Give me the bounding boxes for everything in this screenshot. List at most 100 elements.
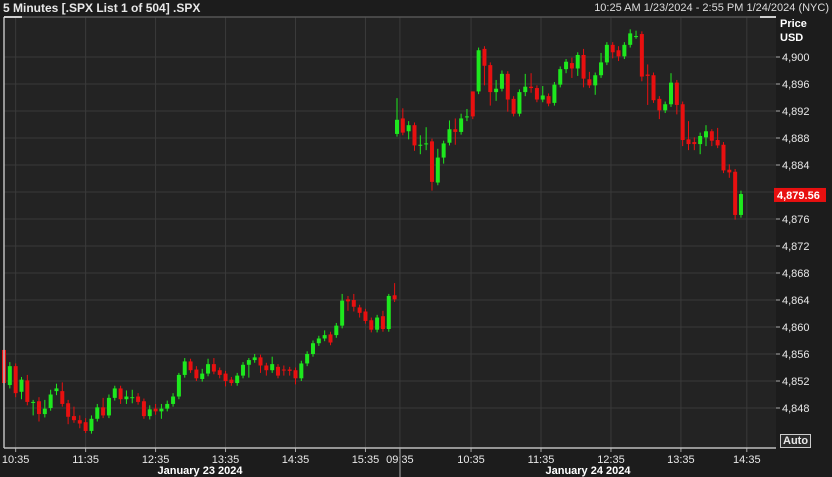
candle-body xyxy=(628,33,633,45)
candle-body xyxy=(429,141,434,182)
candle-body xyxy=(101,407,106,416)
candle-body xyxy=(293,370,298,379)
candle-body xyxy=(13,366,18,394)
candle-body xyxy=(36,401,41,415)
candle-body xyxy=(575,54,580,69)
candle-body xyxy=(386,295,391,330)
candle[interactable] xyxy=(604,42,609,66)
candle-body xyxy=(130,397,135,399)
candle-body xyxy=(686,139,691,145)
candle[interactable] xyxy=(106,394,111,419)
candle[interactable] xyxy=(299,360,304,381)
candle-body xyxy=(523,86,528,93)
candle-body xyxy=(412,125,417,146)
candle-body xyxy=(310,343,315,354)
candle-body xyxy=(276,366,281,376)
candle-body xyxy=(569,63,574,69)
candle[interactable] xyxy=(13,363,18,398)
candle-body xyxy=(328,334,333,343)
candle-body xyxy=(229,379,234,384)
candle-body xyxy=(639,34,644,77)
candle-body xyxy=(112,388,117,398)
candle[interactable] xyxy=(552,81,557,106)
candle-body xyxy=(680,104,685,141)
candle-body xyxy=(340,300,345,326)
candle-body xyxy=(669,82,674,105)
candle-body xyxy=(593,75,598,86)
candle-body xyxy=(48,394,53,408)
candle-body xyxy=(418,144,423,146)
candle-body xyxy=(558,69,563,85)
candle-body xyxy=(587,79,592,86)
candle-body xyxy=(106,397,111,416)
y-tick-label: 4,900 xyxy=(782,52,810,64)
candle-body xyxy=(424,143,429,145)
candle-body xyxy=(395,119,399,134)
candle-body xyxy=(351,300,356,307)
y-tick-label: 4,888 xyxy=(782,133,810,145)
candle[interactable] xyxy=(386,293,391,332)
candle-body xyxy=(136,396,141,402)
candle[interactable] xyxy=(680,101,685,147)
candle[interactable] xyxy=(733,169,738,220)
y-tick-label: 4,896 xyxy=(782,79,810,91)
candle-body xyxy=(141,401,146,417)
candle-body xyxy=(118,388,123,400)
candle-body xyxy=(31,401,36,403)
x-tick-label: 10:35 xyxy=(2,454,30,466)
candle-body xyxy=(363,311,368,321)
candle-body xyxy=(482,48,487,66)
candle[interactable] xyxy=(651,72,656,103)
candle-body xyxy=(223,373,228,381)
candle-body xyxy=(60,391,65,404)
candlestick-chart[interactable]: 4,848 4,852 4,856 4,860 4,864 4,868 4,872 4,876… xyxy=(0,0,832,477)
candle-body xyxy=(7,366,12,386)
candle-body xyxy=(634,36,639,38)
candle-body xyxy=(581,54,586,79)
candle-body xyxy=(188,361,193,371)
price-axis-title: Price xyxy=(780,18,807,30)
candle-body xyxy=(727,169,732,173)
price-axis: 4,848 4,852 4,856 4,860 4,864 4,868 4,872 4,876… xyxy=(776,52,810,415)
candle-body xyxy=(194,369,199,379)
candle[interactable] xyxy=(470,91,475,120)
x-tick-label: 14:35 xyxy=(282,454,310,466)
candle-body xyxy=(546,96,551,104)
candle-body xyxy=(124,396,129,400)
candle-body xyxy=(71,416,76,421)
candle-body xyxy=(322,335,327,339)
candle-body xyxy=(147,409,152,417)
candle[interactable] xyxy=(738,190,743,218)
candle-body xyxy=(488,65,493,93)
candle[interactable] xyxy=(476,47,481,95)
candle-body xyxy=(206,364,211,374)
candle[interactable] xyxy=(141,398,146,419)
candle-body xyxy=(622,44,627,57)
candle-body xyxy=(89,418,94,431)
candle[interactable] xyxy=(558,66,563,88)
candle-body xyxy=(657,98,662,111)
x-tick-label: 15:35 xyxy=(352,454,380,466)
candle[interactable] xyxy=(721,142,726,174)
candle-body xyxy=(552,84,557,103)
candle[interactable] xyxy=(176,372,181,400)
candle-body xyxy=(182,361,187,375)
candle-body xyxy=(159,408,164,412)
plot-area[interactable] xyxy=(4,17,776,448)
candle-body xyxy=(345,299,350,302)
candle-body xyxy=(217,370,222,375)
candle-body xyxy=(375,317,380,330)
candle-body xyxy=(663,104,668,111)
candle-body xyxy=(464,116,469,118)
candle-body xyxy=(476,50,481,92)
candle[interactable] xyxy=(639,31,644,82)
auto-scale-button[interactable]: Auto xyxy=(780,434,812,448)
candle-body xyxy=(54,388,59,392)
candle[interactable] xyxy=(517,89,522,117)
candle[interactable] xyxy=(511,96,516,117)
candle-body xyxy=(674,82,679,105)
candle-body xyxy=(357,307,362,313)
candle-body xyxy=(95,407,100,419)
x-tick-label: 14:35 xyxy=(733,454,761,466)
candle-body xyxy=(66,403,71,417)
